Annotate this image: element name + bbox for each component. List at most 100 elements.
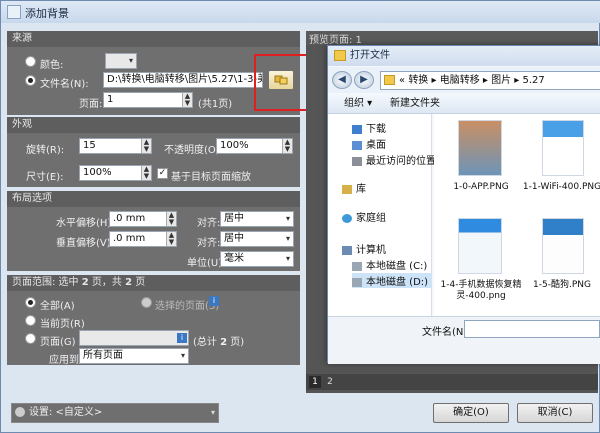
color-picker[interactable]: ▾ (105, 53, 137, 69)
page-spinner[interactable]: ▲ ▼ (182, 93, 192, 107)
unit-value: 毫米 (224, 253, 244, 264)
file-list: 1-0-APP.PNG 1-1-WiFi-400.PNG 1-4-手机数据恢复精… (434, 114, 600, 316)
page-range-prefix: 页面范围: 选中 (12, 277, 82, 288)
file-name-3[interactable]: 1-5-酷狗.PNG (522, 280, 600, 291)
page-total: (共1页) (198, 99, 233, 110)
color-label: 颜色: (40, 60, 64, 71)
organize-label: 组织 (344, 98, 364, 109)
nav-libraries[interactable]: 库 (342, 180, 366, 195)
ok-button[interactable]: 确定(O) (433, 403, 509, 423)
opacity-field[interactable]: 100% ▲ ▼ (216, 138, 293, 154)
unit-select[interactable]: 毫米 ▾ (220, 251, 294, 267)
nav-drive-c[interactable]: 本地磁盘 (C:) (352, 257, 427, 272)
path-box[interactable]: « 转换 ▸ 电脑转移 ▸ 图片 ▸ 5.27 (380, 71, 600, 90)
selected-pages-radio[interactable] (141, 297, 152, 308)
path-prefix: « (399, 75, 406, 86)
recent-places-icon (352, 156, 362, 166)
filename-input[interactable] (464, 320, 600, 338)
page-tab-1[interactable]: 1 (309, 376, 321, 388)
nav-desktop[interactable]: 桌面 (352, 136, 386, 151)
pages-label: 页面(G) (40, 337, 76, 348)
hoffset-value: .0 mm (113, 213, 146, 224)
path-2[interactable]: 图片 (491, 75, 511, 86)
file-thumbnail-0[interactable] (458, 120, 502, 176)
file-path-field[interactable]: D:\转换\电脑转移\图片\5.27\1-3-美图秀秀 (103, 72, 263, 88)
download-icon (352, 124, 362, 134)
file-radio[interactable] (25, 75, 36, 86)
nav-recent[interactable]: 最近访问的位置 (352, 152, 436, 167)
rotation-spinner[interactable]: ▲ ▼ (141, 139, 151, 153)
nav-drive-d-label: 本地磁盘 (D:) (366, 277, 429, 288)
page-label: 页面: (79, 99, 103, 110)
chevron-down-icon: ▾ (180, 351, 185, 360)
app-icon (7, 5, 21, 19)
current-page-radio[interactable] (25, 315, 36, 326)
drive-icon (352, 261, 362, 271)
file-name-2[interactable]: 1-4-手机数据恢复精灵-400.png (440, 280, 522, 302)
hoffset-field[interactable]: .0 mm ▲ ▼ (109, 211, 177, 227)
nav-drive-c-label: 本地磁盘 (C:) (366, 261, 428, 272)
pages-radio[interactable] (25, 333, 36, 344)
source-header: 来源 (7, 31, 300, 47)
file-thumbnail-3[interactable] (542, 218, 584, 274)
chevron-down-icon: ▾ (128, 56, 133, 65)
nav-libraries-label: 库 (356, 184, 366, 195)
align1-select[interactable]: 居中 ▾ (220, 211, 294, 227)
all-pages-radio[interactable] (25, 297, 36, 308)
appearance-header: 外观 (7, 117, 300, 133)
new-folder-button[interactable]: 新建文件夹 (390, 93, 440, 114)
rotation-label: 旋转(R): (26, 145, 65, 156)
scale-field[interactable]: 100% ▲ ▼ (79, 165, 152, 181)
dialog-title-bar: 打开文件 (328, 46, 600, 66)
info-icon: i (209, 296, 219, 306)
voffset-field[interactable]: .0 mm ▲ ▼ (109, 231, 177, 247)
scale-spinner[interactable]: ▲ ▼ (141, 166, 151, 180)
align2-select[interactable]: 居中 ▾ (220, 231, 294, 247)
apply-select[interactable]: 所有页面 ▾ (79, 348, 189, 364)
file-thumbnail-2[interactable] (458, 218, 502, 274)
settings-select[interactable]: 设置: <自定义> ▾ (11, 403, 219, 423)
current-page-label: 当前页(R) (40, 319, 85, 330)
opacity-spinner[interactable]: ▲ ▼ (282, 139, 292, 153)
color-radio[interactable] (25, 56, 36, 67)
gear-icon (15, 407, 25, 417)
info-icon: i (177, 333, 187, 343)
file-thumbnail-1[interactable] (542, 120, 584, 176)
file-name-0[interactable]: 1-0-APP.PNG (440, 182, 522, 193)
scale-value: 100% (83, 167, 112, 178)
back-button[interactable]: ◀ (332, 71, 352, 89)
page-tab-2[interactable]: 2 (324, 376, 336, 388)
voffset-spinner[interactable]: ▲ ▼ (166, 232, 176, 246)
page-field[interactable]: 1 ▲ ▼ (103, 92, 193, 108)
nav-computer[interactable]: 计算机 (342, 241, 386, 256)
align2-value: 居中 (224, 233, 244, 244)
pages-total: (总计 2 页) (193, 333, 244, 348)
rotation-field[interactable]: 15 ▲ ▼ (79, 138, 152, 154)
dialog-title: 打开文件 (350, 50, 390, 61)
window-title: 添加背景 (25, 7, 69, 20)
path-3[interactable]: 5.27 (522, 75, 544, 86)
voffset-value: .0 mm (113, 233, 146, 244)
chevron-down-icon: ▾ (285, 254, 290, 263)
nav-downloads[interactable]: 下载 (352, 120, 386, 135)
preview-header: 预览页面: 1 (306, 31, 598, 46)
nav-drive-d[interactable]: 本地磁盘 (D:) (352, 273, 433, 288)
page-value: 1 (107, 94, 114, 105)
forward-button[interactable]: ▶ (354, 71, 374, 89)
desktop-icon (352, 140, 362, 150)
file-name-1[interactable]: 1-1-WiFi-400.PNG (522, 182, 600, 193)
open-file-dialog: 打开文件 ◀ ▶ « 转换 ▸ 电脑转移 ▸ 图片 ▸ 5.27 组织 ▾ 新建… (327, 45, 600, 364)
relative-scale-checkbox[interactable]: ✓ (157, 168, 168, 179)
chevron-down-icon: ▾ (285, 234, 290, 243)
hoffset-spinner[interactable]: ▲ ▼ (166, 212, 176, 226)
align1-value: 居中 (224, 213, 244, 224)
organize-button[interactable]: 组织 ▾ (344, 93, 372, 114)
pages-field[interactable] (79, 330, 189, 346)
path-1[interactable]: 电脑转移 (440, 75, 480, 86)
folder-icon (384, 75, 395, 85)
cancel-button[interactable]: 取消(C) (517, 403, 593, 423)
title-bar: 添加背景 (1, 1, 600, 23)
hoffset-label: 水平偏移(H): (56, 218, 115, 229)
nav-homegroup[interactable]: 家庭组 (342, 209, 386, 224)
path-0[interactable]: 转换 (408, 75, 428, 86)
